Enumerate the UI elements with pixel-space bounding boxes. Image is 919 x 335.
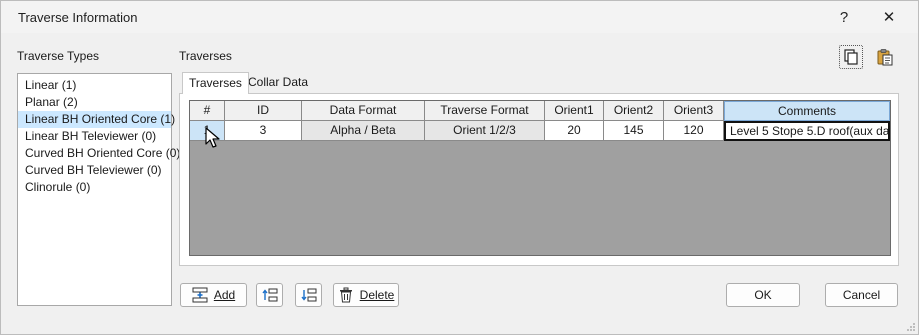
move-up-button[interactable]	[256, 283, 283, 307]
close-icon: ✕	[882, 9, 896, 26]
tab-collar-data[interactable]: Collar Data	[242, 72, 314, 93]
traverses-label: Traverses	[179, 49, 232, 63]
help-icon: ?	[839, 8, 849, 26]
title-bar: Traverse Information ? ✕	[1, 1, 918, 33]
column-header-orient3[interactable]: Orient3	[664, 101, 724, 121]
delete-button-label: Delete	[359, 288, 395, 302]
grid-header-row: # ID Data Format Traverse Format Orient1…	[190, 101, 890, 121]
column-header-comments[interactable]: Comments	[724, 101, 890, 121]
cancel-button[interactable]: Cancel	[825, 283, 898, 307]
ok-button-label: OK	[754, 288, 772, 302]
mouse-cursor-icon	[205, 127, 220, 148]
traverse-type-item[interactable]: Planar (2)	[18, 94, 171, 111]
traverse-types-label: Traverse Types	[17, 49, 100, 63]
move-down-button[interactable]	[295, 283, 322, 307]
move-row-up-icon	[261, 288, 277, 302]
add-button-label: Add	[213, 288, 236, 302]
traverses-grid[interactable]: # ID Data Format Traverse Format Orient1…	[189, 100, 891, 256]
column-header-data-format[interactable]: Data Format	[302, 101, 425, 121]
traverse-type-item[interactable]: Linear (1)	[18, 77, 171, 94]
window-title: Traverse Information	[18, 10, 138, 25]
add-row-icon	[192, 287, 208, 303]
paste-icon	[877, 49, 893, 66]
traverse-type-item[interactable]: Curved BH Televiewer (0)	[18, 162, 171, 179]
traverse-information-dialog: Traverse Information ? ✕ Traverse Types …	[0, 0, 919, 335]
traverse-type-item-selected[interactable]: Linear BH Oriented Core (1)	[18, 111, 175, 128]
traverse-type-item[interactable]: Curved BH Oriented Core (0)	[18, 145, 180, 162]
traverse-type-item[interactable]: Clinorule (0)	[18, 179, 171, 196]
copy-button[interactable]	[839, 45, 863, 69]
table-row[interactable]: 1 3 Alpha / Beta Orient 1/2/3 20 145 120…	[190, 121, 890, 141]
column-header-id[interactable]: ID	[225, 101, 302, 121]
tab-traverses[interactable]: Traverses	[182, 72, 249, 94]
orient3-cell[interactable]: 120	[664, 121, 724, 141]
comments-cell[interactable]: Level 5 Stope 5.D roof(aux da	[724, 121, 890, 141]
close-button[interactable]: ✕	[873, 5, 905, 29]
copy-icon	[844, 49, 858, 65]
resize-grip-icon[interactable]	[906, 322, 916, 332]
move-row-down-icon	[300, 288, 316, 302]
data-format-cell[interactable]: Alpha / Beta	[302, 121, 425, 141]
ok-button[interactable]: OK	[726, 283, 800, 307]
traverse-format-cell[interactable]: Orient 1/2/3	[425, 121, 545, 141]
traverse-types-list[interactable]: Linear (1) Planar (2) Linear BH Oriented…	[17, 73, 180, 306]
orient2-cell[interactable]: 145	[604, 121, 664, 141]
column-header-index[interactable]: #	[190, 101, 225, 121]
delete-button[interactable]: Delete	[333, 283, 399, 307]
trash-icon	[339, 287, 352, 303]
column-header-traverse-format[interactable]: Traverse Format	[425, 101, 545, 121]
cancel-button-label: Cancel	[842, 288, 881, 302]
id-cell[interactable]: 3	[225, 121, 302, 141]
traverse-type-item[interactable]: Linear BH Televiewer (0)	[18, 128, 171, 145]
column-header-orient1[interactable]: Orient1	[545, 101, 604, 121]
add-button[interactable]: Add	[180, 283, 247, 307]
paste-button[interactable]	[873, 45, 897, 69]
orient1-cell[interactable]: 20	[545, 121, 604, 141]
help-button[interactable]: ?	[828, 5, 860, 29]
column-header-orient2[interactable]: Orient2	[604, 101, 664, 121]
